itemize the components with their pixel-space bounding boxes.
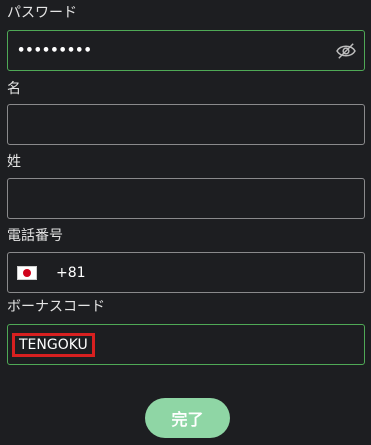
flag-sun: [23, 268, 31, 277]
password-field[interactable]: •••••••••: [7, 30, 365, 71]
submit-button[interactable]: 完了: [145, 398, 230, 438]
eye-slash-icon[interactable]: [335, 42, 357, 60]
first-name-field[interactable]: [7, 104, 365, 145]
phone-field[interactable]: +81: [7, 252, 365, 293]
bonus-code-field[interactable]: TENGOKU: [7, 324, 365, 365]
password-label: パスワード: [7, 5, 77, 21]
bonus-code-value: TENGOKU: [19, 336, 88, 353]
bonus-code-highlight: TENGOKU: [12, 332, 95, 357]
bonus-code-label: ボーナスコード: [7, 299, 105, 315]
last-name-field[interactable]: [7, 178, 365, 219]
last-name-label: 姓: [7, 154, 21, 170]
phone-label: 電話番号: [7, 228, 63, 244]
dial-code: +81: [56, 264, 86, 281]
password-value: •••••••••: [17, 43, 92, 58]
japan-flag-icon[interactable]: [17, 265, 37, 280]
first-name-label: 名: [7, 81, 21, 97]
